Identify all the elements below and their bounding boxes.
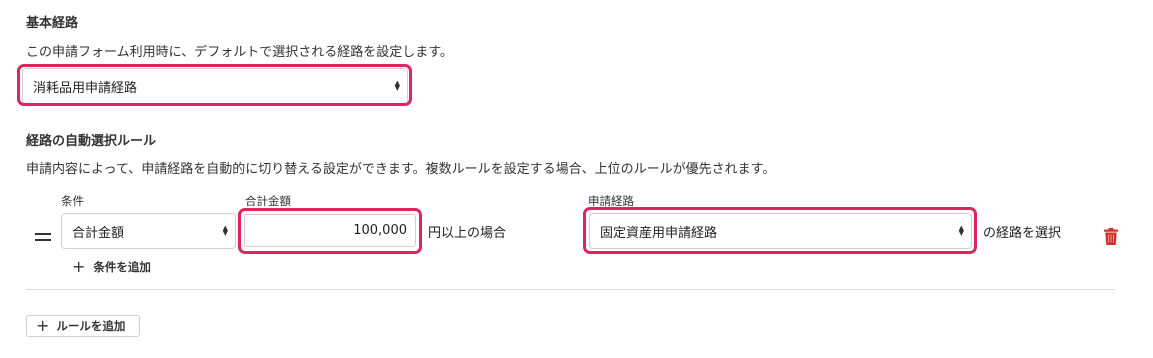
amount-suffix: 円以上の場合	[428, 226, 507, 241]
select-arrows-icon: ▲ ▼	[222, 224, 228, 237]
divider	[26, 289, 1115, 290]
plus-icon: +	[72, 257, 86, 276]
route-highlight	[583, 207, 977, 254]
default-route-title: 基本経路	[26, 16, 79, 31]
condition-label: 条件	[61, 194, 84, 208]
add-condition-label: 条件を追加	[93, 260, 151, 274]
amount-label: 合計金額	[245, 194, 291, 208]
amount-highlight	[238, 208, 422, 254]
condition-select-value: 合計金額	[72, 225, 125, 241]
default-route-highlight	[17, 64, 412, 106]
route-suffix: の経路を選択	[983, 226, 1062, 241]
auto-rules-title: 経路の自動選択ルール	[26, 134, 157, 149]
default-route-description: この申請フォーム利用時に、デフォルトで選択される経路を設定します。	[26, 45, 453, 60]
auto-rules-description: 申請内容によって、申請経路を自動的に切り替える設定ができます。複数ルールを設定す…	[26, 162, 776, 177]
condition-select[interactable]: 合計金額 ▲ ▼	[61, 213, 236, 249]
trash-icon[interactable]	[1104, 228, 1118, 245]
drag-handle-icon[interactable]	[35, 233, 51, 245]
add-condition-button[interactable]: + 条件を追加	[72, 259, 151, 275]
add-rule-button[interactable]: + ルールを追加	[26, 315, 140, 337]
plus-icon: +	[36, 316, 50, 335]
add-rule-label: ルールを追加	[56, 319, 126, 333]
